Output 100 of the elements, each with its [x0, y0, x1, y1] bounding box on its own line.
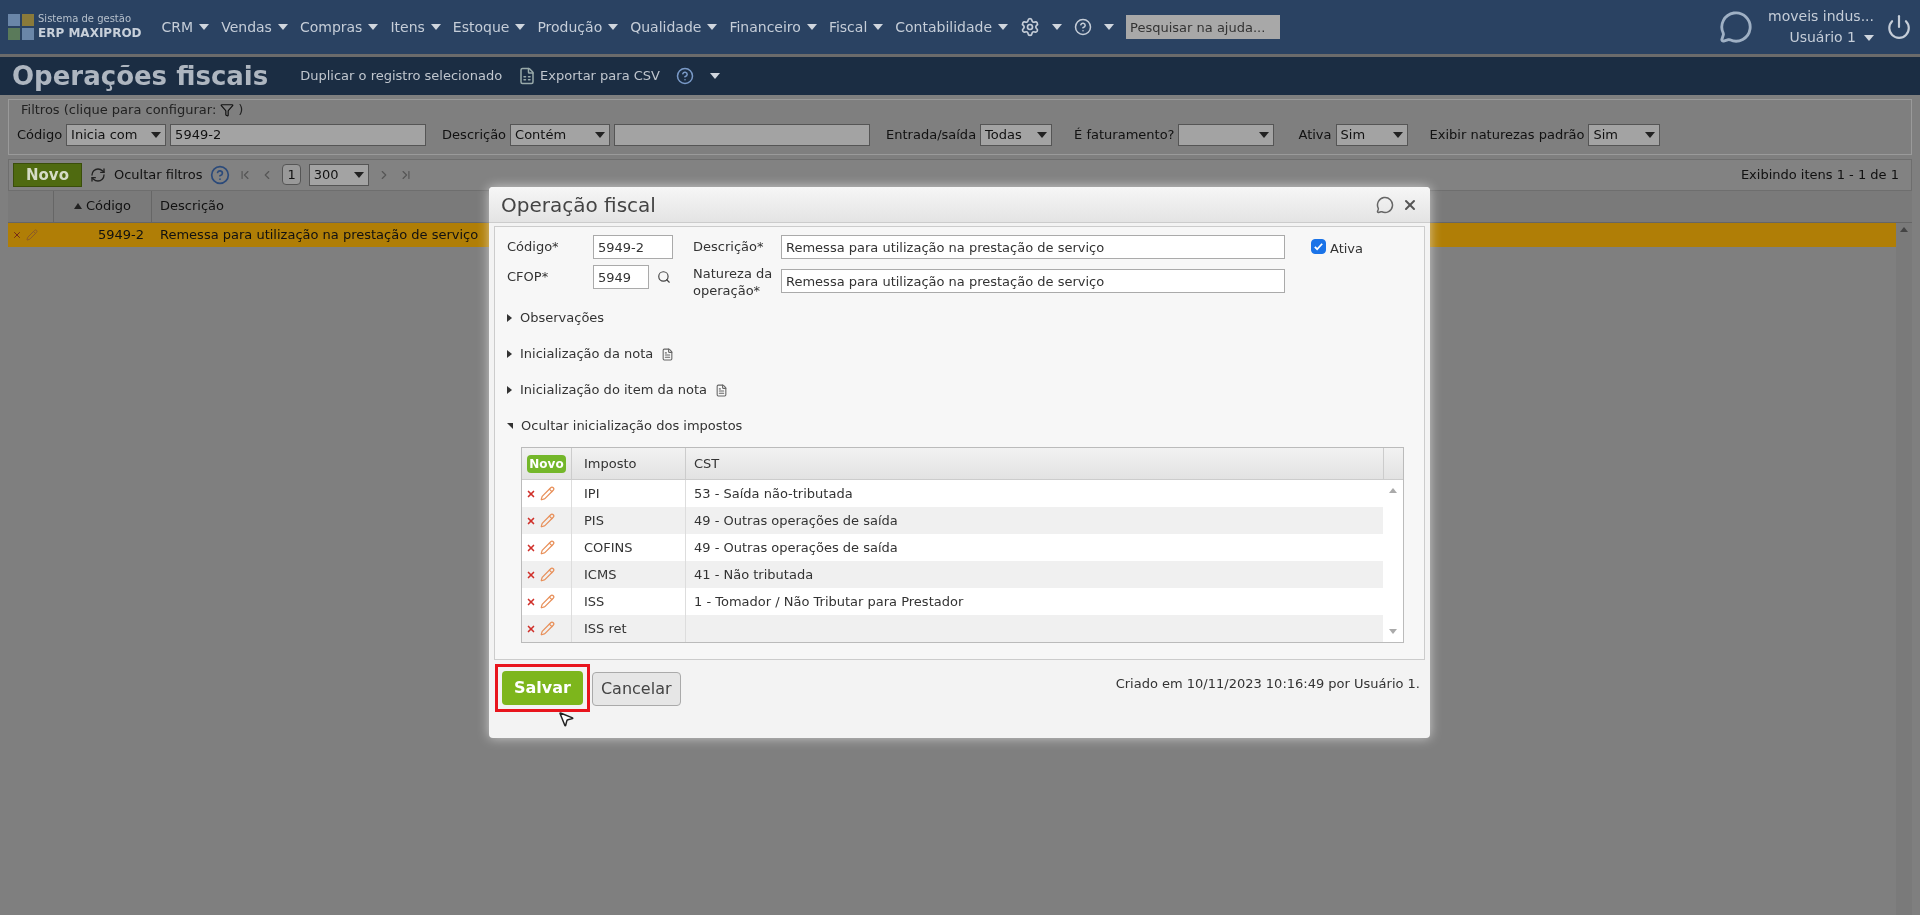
company-name: moveis indus... [1768, 7, 1874, 26]
table-cell-text: 49 - Outras operações de saída [693, 511, 899, 530]
hide-filters-button[interactable]: Ocultar filtros [113, 164, 203, 185]
table-cell-text: Remessa para utilização na prestação de serviço [159, 225, 480, 244]
edit-icon[interactable] [540, 540, 555, 555]
refresh-icon[interactable] [89, 166, 106, 183]
caret-icon [277, 24, 288, 30]
logo-icon [8, 14, 34, 40]
delete-icon[interactable] [526, 542, 536, 553]
caret-icon [1052, 24, 1063, 30]
field-label: Código* [507, 238, 560, 257]
page-number-field[interactable]: 1 [282, 163, 301, 186]
code-field[interactable]: 5949-2 [593, 235, 673, 259]
filter-label: Entrada/saída [886, 125, 977, 144]
search-icon[interactable] [657, 270, 671, 284]
filter-icon[interactable] [220, 102, 235, 117]
filter-input[interactable] [614, 123, 871, 146]
description-field[interactable]: Remessa para utilização na prestação de serviço [781, 235, 1285, 259]
delete-icon[interactable] [12, 229, 22, 240]
caret-icon [998, 24, 1009, 30]
menu-item[interactable]: Financeiro [729, 16, 817, 38]
section-toggle[interactable]: Observações [507, 308, 605, 328]
document-icon[interactable] [715, 383, 729, 397]
spreadsheet-icon [518, 67, 537, 85]
column-header[interactable]: CST [686, 448, 1383, 479]
menu-item[interactable]: Contabilidade [895, 16, 1009, 38]
mouse-pointer-icon [557, 710, 575, 728]
column-header[interactable]: Código [54, 190, 152, 222]
user-menu[interactable]: Usuário 1 [1789, 27, 1874, 48]
cancel-button[interactable]: Cancelar [591, 672, 681, 706]
page-title: Operações fiscais [12, 59, 269, 93]
caret-icon [1037, 131, 1048, 138]
checkbox-label: Ativa [1330, 240, 1364, 258]
section-toggle[interactable]: Inicialização da nota [507, 344, 654, 364]
document-icon[interactable] [661, 347, 675, 361]
menu-item[interactable]: Produção [537, 16, 619, 38]
menu-item[interactable]: Itens [390, 16, 441, 38]
created-info: Criado em 10/11/2023 10:16:49 por Usuário 1. [1115, 675, 1421, 693]
caret-icon [608, 24, 619, 30]
caret-icon [151, 131, 162, 138]
column-header[interactable]: Imposto [572, 448, 686, 479]
caret-icon [595, 131, 606, 138]
table-cell-text: 53 - Saída não-tributada [693, 484, 854, 503]
menu-item[interactable]: Vendas [221, 16, 288, 38]
brand-subtitle: Sistema de gestão [38, 13, 132, 26]
filter-label: É faturamento? [1074, 125, 1175, 144]
filter-label: Descrição [442, 125, 507, 144]
dropdown[interactable]: 300 [308, 163, 369, 186]
filter-label: Código [17, 125, 63, 144]
filter-label: Exibir naturezas padrão [1429, 125, 1585, 144]
dropdown[interactable]: Contém [510, 123, 611, 146]
table-cell-text: 41 - Não tributada [693, 565, 815, 584]
menu-item[interactable]: Compras [299, 16, 379, 38]
caret-icon [806, 24, 817, 30]
export-link[interactable]: Exportar para CSV [518, 66, 660, 86]
settings-icon[interactable] [1020, 17, 1041, 37]
caret-icon [1104, 24, 1115, 30]
delete-icon[interactable] [526, 569, 536, 580]
delete-icon[interactable] [526, 623, 536, 634]
delete-icon[interactable] [526, 596, 536, 607]
caret-icon [199, 24, 210, 30]
caret-icon [710, 73, 720, 79]
edit-icon[interactable] [540, 594, 555, 609]
dropdown[interactable]: Todas [980, 123, 1053, 146]
cfop-field[interactable]: 5949 [593, 265, 649, 289]
field-label: Descrição* [693, 238, 765, 257]
menu-item[interactable]: Qualidade [630, 16, 718, 38]
dropdown[interactable] [1178, 123, 1275, 146]
menu-item[interactable]: Estoque [452, 16, 526, 38]
caret-icon [1864, 34, 1874, 41]
caret-icon [368, 24, 379, 30]
duplicate-link[interactable]: Duplicar o registro selecionado [300, 66, 503, 86]
section-toggle[interactable]: Inicialização do item da nota [507, 380, 708, 400]
filter-input[interactable]: 5949-2 [170, 123, 427, 146]
filters-legend[interactable]: Filtros (clique para configurar: [21, 100, 217, 120]
table-cell-text: 49 - Outras operações de saída [693, 538, 899, 557]
comment-icon[interactable] [1376, 195, 1394, 214]
edit-icon[interactable] [540, 486, 555, 501]
dropdown[interactable]: Inicia com [66, 123, 167, 146]
menu-item[interactable]: CRM [161, 16, 210, 38]
menu-item[interactable]: Fiscal [828, 16, 884, 38]
new-button[interactable]: Novo [13, 162, 82, 187]
power-icon[interactable] [1886, 14, 1912, 40]
table-cell: ISS ret [572, 615, 686, 642]
delete-icon[interactable] [526, 515, 536, 526]
field-label: Natureza da operação* [693, 265, 774, 299]
sort-ascending-icon [73, 203, 82, 209]
expand-icon [507, 314, 512, 322]
item-count: Exibindo itens 1 - 1 de 1 [1740, 165, 1900, 184]
help-search-field[interactable]: Pesquisar na ajuda... [1126, 15, 1281, 39]
help-icon[interactable] [676, 67, 694, 85]
filter-label: Ativa [1298, 125, 1332, 144]
delete-icon[interactable] [526, 488, 536, 499]
scrollbar[interactable] [1896, 222, 1912, 915]
nature-field[interactable]: Remessa para utilização na prestação de serviço [781, 269, 1285, 293]
active-checkbox[interactable] [1311, 239, 1326, 254]
field-label: CFOP* [507, 268, 550, 287]
dropdown[interactable]: Sim [1335, 123, 1408, 146]
section-toggle[interactable]: Ocultar inicialização dos impostos [507, 416, 743, 436]
dropdown[interactable]: Sim [1588, 123, 1661, 146]
